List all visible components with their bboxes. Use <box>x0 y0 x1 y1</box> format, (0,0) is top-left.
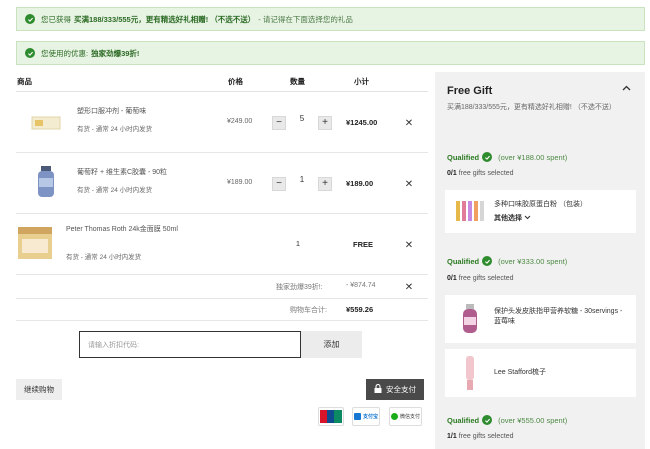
gift-count-number: 0/1 <box>447 170 457 177</box>
coupon-banner: 您使用的优惠: 独家劲爆39折! <box>16 41 645 65</box>
gift-count: 0/1 free gifts selected <box>447 275 514 282</box>
gift-option-card[interactable]: Lee Stafford梳子 <box>445 349 636 397</box>
cart-item-row: Peter Thomas Roth 24k金面膜 50ml 有货 - 通常 24… <box>16 214 428 275</box>
tier-qualified: Qualified (over ¥555.00 spent) <box>447 415 567 425</box>
header-qty: 数量 <box>290 77 305 86</box>
gift-other-options-label: 其他选择 <box>494 215 522 222</box>
qty-decrease-button[interactable]: − <box>272 177 286 191</box>
gift-count-number: 0/1 <box>447 275 457 282</box>
cart-table: 商品 价格 数量 小计 塑形口服冲剂 - 葡萄味 有货 - 通常 24 小时内发… <box>16 72 428 275</box>
divider <box>16 298 428 299</box>
gift-other-options[interactable]: 其他选择 <box>494 214 531 224</box>
chevron-up-icon[interactable] <box>622 83 631 94</box>
total-value: ¥559.26 <box>346 305 374 314</box>
qty-value[interactable]: 5 <box>295 114 309 123</box>
gift-image <box>456 201 484 221</box>
stock-status: 有货 - 通常 24 小时内发货 <box>77 187 153 194</box>
gift-image <box>466 356 474 390</box>
tier-threshold: (over ¥188.00 spent) <box>498 152 568 162</box>
remove-item-icon[interactable]: ✕ <box>404 241 414 251</box>
remove-item-icon[interactable]: ✕ <box>404 119 414 129</box>
tier-threshold: (over ¥555.00 spent) <box>498 415 568 425</box>
stock-status: 有货 - 通常 24 小时内发货 <box>77 126 153 133</box>
header-product: 商品 <box>17 77 32 86</box>
secure-checkout-button[interactable]: 安全支付 <box>366 379 424 400</box>
check-icon <box>25 14 35 24</box>
gift-count-text: free gifts selected <box>458 275 514 282</box>
unionpay-logo <box>318 407 344 426</box>
secure-checkout-label: 安全支付 <box>386 385 416 394</box>
check-icon <box>482 152 493 162</box>
gift-count-text: free gifts selected <box>458 170 514 177</box>
line-subtotal: ¥189.00 <box>346 179 374 188</box>
qty-decrease-button[interactable]: − <box>272 116 286 130</box>
line-subtotal: FREE <box>353 240 374 249</box>
remove-discount-icon[interactable]: ✕ <box>404 283 414 293</box>
gift-panel-desc: 买满188/333/555元，更有精选好礼相赠! （不选不送） <box>447 104 616 111</box>
qualified-label: Qualified <box>447 256 480 266</box>
wechat-icon <box>390 413 398 420</box>
continue-shopping-button[interactable]: 继续购物 <box>16 379 62 400</box>
chevron-down-icon <box>524 215 531 222</box>
product-image[interactable] <box>16 225 54 261</box>
check-icon <box>25 48 35 58</box>
product-name[interactable]: 葡萄籽 + 维生素C胶囊 - 90粒 <box>77 167 167 178</box>
unit-price: ¥249.00 <box>227 118 253 125</box>
coupon-banner-prefix: 您使用的优惠: <box>41 48 89 58</box>
gift-name: 多种口味胶原蛋白粉 （包装） <box>494 201 587 208</box>
gift-banner-suffix: - 请记得在下面选择您的礼品 <box>258 14 353 24</box>
unit-price: ¥189.00 <box>227 179 253 186</box>
add-promo-button[interactable]: 添加 <box>301 331 362 358</box>
discount-label: 独家劲爆39折!: <box>276 284 323 291</box>
stock-status: 有货 - 通常 24 小时内发货 <box>66 254 142 261</box>
header-subtotal: 小计 <box>354 77 369 86</box>
header-price: 价格 <box>228 77 243 86</box>
gift-option-card[interactable]: 多种口味胶原蛋白粉 （包装） 其他选择 <box>445 190 636 233</box>
gift-name: 保护头发皮肤指甲营养软糖 - 30servings - 蓝莓味 <box>494 308 623 325</box>
product-name[interactable]: 塑形口服冲剂 - 葡萄味 <box>77 106 146 117</box>
gift-option-card[interactable]: 保护头发皮肤指甲营养软糖 - 30servings - 蓝莓味 <box>445 295 636 343</box>
cart-header-row: 商品 价格 数量 小计 <box>16 72 428 92</box>
qualified-label: Qualified <box>447 152 480 162</box>
free-gift-panel: Free Gift 买满188/333/555元，更有精选好礼相赠! （不选不送… <box>435 72 645 449</box>
coupon-banner-strong: 独家劲爆39折! <box>91 48 140 58</box>
remove-item-icon[interactable]: ✕ <box>404 180 414 190</box>
discount-value: - ¥874.74 <box>346 282 376 289</box>
gift-image <box>463 304 477 333</box>
product-image[interactable] <box>30 165 62 197</box>
check-icon <box>482 415 493 425</box>
alipay-icon <box>353 413 361 420</box>
qty-value: 1 <box>295 239 301 248</box>
gift-panel-title: Free Gift <box>447 85 493 97</box>
alipay-logo: 支付宝 <box>352 407 380 426</box>
cart-item-row: 葡萄籽 + 维生素C胶囊 - 90粒 有货 - 通常 24 小时内发货 ¥189… <box>16 153 428 214</box>
qualified-label: Qualified <box>447 415 480 425</box>
tier-qualified: Qualified (over ¥188.00 spent) <box>447 152 567 162</box>
gift-banner: 您已获得 买满188/333/555元，更有精选好礼相赠! （不选不送） - 请… <box>16 7 645 31</box>
lock-icon <box>374 383 382 395</box>
tier-threshold: (over ¥333.00 spent) <box>498 256 568 266</box>
check-icon <box>482 256 493 266</box>
divider <box>16 320 428 321</box>
cart-item-row: 塑形口服冲剂 - 葡萄味 有货 - 通常 24 小时内发货 ¥249.00 − … <box>16 92 428 153</box>
product-image[interactable] <box>30 106 62 138</box>
gift-banner-strong: 买满188/333/555元，更有精选好礼相赠! （不选不送） <box>74 14 256 24</box>
total-label: 购物车合计: <box>290 307 327 314</box>
promo-code-input[interactable]: 请输入折扣代码: <box>79 331 301 358</box>
tier-qualified: Qualified (over ¥333.00 spent) <box>447 256 567 266</box>
gift-name: Lee Stafford梳子 <box>494 369 547 376</box>
gift-count: 1/1 free gifts selected <box>447 433 514 440</box>
gift-count-number: 1/1 <box>447 433 457 440</box>
gift-banner-prefix: 您已获得 <box>41 14 71 24</box>
qty-increase-button[interactable]: + <box>318 177 332 191</box>
qty-increase-button[interactable]: + <box>318 116 332 130</box>
wechat-pay-logo: 微信支付 <box>389 407 422 426</box>
product-name[interactable]: Peter Thomas Roth 24k金面膜 50ml <box>66 224 206 235</box>
gift-count: 0/1 free gifts selected <box>447 170 514 177</box>
gift-count-text: free gifts selected <box>458 433 514 440</box>
line-subtotal: ¥1245.00 <box>346 118 378 127</box>
qty-value[interactable]: 1 <box>295 175 309 184</box>
